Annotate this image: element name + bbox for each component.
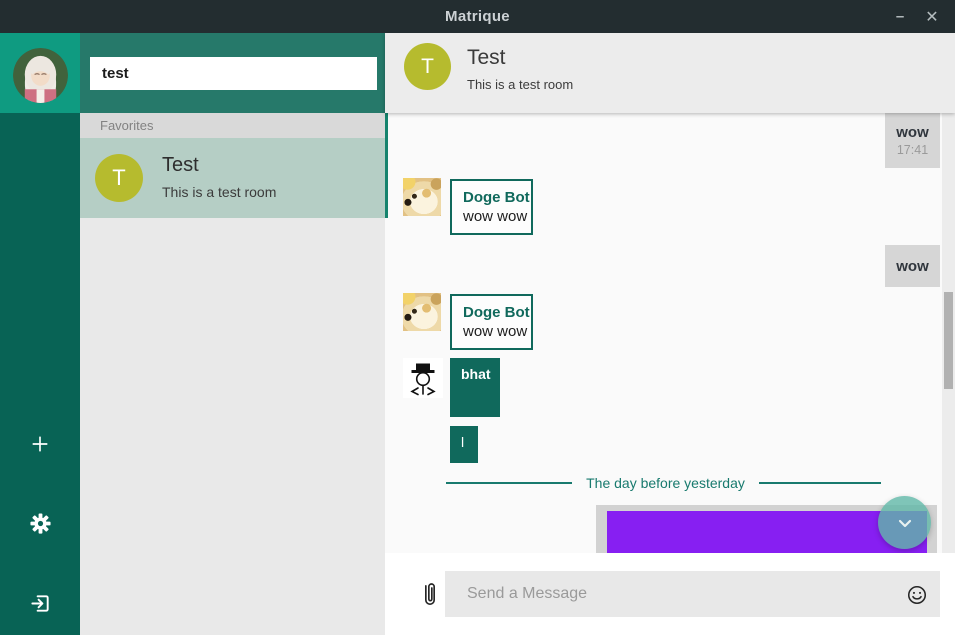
chat-room-title: Test bbox=[467, 46, 506, 70]
chat-scrollbar-thumb[interactable] bbox=[944, 292, 953, 389]
panel-divider-accent bbox=[385, 113, 388, 218]
add-room-button[interactable] bbox=[20, 424, 60, 464]
room-search-input[interactable] bbox=[90, 57, 377, 90]
message-bubble-outgoing: wow 17:41 bbox=[885, 113, 940, 168]
message-text: wow bbox=[896, 258, 929, 275]
favorites-section-label: Favorites bbox=[100, 118, 153, 133]
message-composer bbox=[385, 553, 955, 635]
hat-figure-drawing bbox=[403, 358, 443, 398]
window-titlebar: Matrique – ✕ bbox=[0, 0, 955, 33]
room-topic: This is a test room bbox=[162, 184, 276, 200]
room-name: Test bbox=[162, 154, 199, 177]
message-sender: bhat bbox=[461, 366, 500, 382]
favorites-section-header[interactable]: Favorites bbox=[80, 113, 385, 138]
message-sender: Doge Bot bbox=[463, 304, 531, 321]
chevron-down-icon bbox=[892, 510, 918, 536]
message-text bbox=[461, 382, 500, 399]
hat-figure-avatar[interactable] bbox=[403, 358, 443, 398]
sidebar bbox=[0, 33, 80, 635]
chat-room-subtitle: This is a test room bbox=[467, 77, 573, 92]
search-strip bbox=[80, 33, 385, 113]
chat-scrollbar-track[interactable] bbox=[942, 113, 955, 553]
logout-button[interactable] bbox=[20, 583, 60, 623]
message-bubble-incoming: bhat bbox=[450, 358, 500, 417]
message-input-wrap bbox=[445, 571, 940, 617]
emoji-button[interactable] bbox=[904, 582, 930, 608]
settings-button[interactable] bbox=[20, 503, 60, 543]
room-avatar: T bbox=[95, 154, 143, 202]
date-divider: The day before yesterday bbox=[385, 470, 942, 496]
paperclip-icon bbox=[420, 579, 440, 611]
chat-room-avatar[interactable]: T bbox=[404, 43, 451, 90]
chat-header: T Test This is a test room bbox=[385, 33, 955, 113]
message-bubble-outgoing: wow bbox=[885, 245, 940, 287]
divider-line bbox=[446, 482, 572, 484]
message-list: wow 17:41 Doge Bot wow wow wow Doge Bot … bbox=[385, 113, 955, 553]
room-list-panel: Favorites T Test This is a test room bbox=[80, 33, 385, 635]
exit-icon bbox=[29, 592, 52, 615]
gear-icon bbox=[29, 512, 52, 535]
message-bubble-bot: Doge Bot wow wow bbox=[450, 294, 533, 350]
message-text: wow wow bbox=[463, 323, 531, 340]
smiley-icon bbox=[906, 584, 928, 606]
scroll-to-bottom-button[interactable] bbox=[878, 496, 931, 549]
plus-icon bbox=[29, 433, 51, 455]
message-text: l bbox=[461, 434, 478, 451]
attach-button[interactable] bbox=[415, 577, 445, 613]
doge-avatar[interactable] bbox=[403, 178, 441, 216]
chat-panel: T Test This is a test room wow 17:41 Dog… bbox=[385, 33, 955, 635]
minimize-button[interactable]: – bbox=[885, 0, 915, 33]
message-bubble-bot: Doge Bot wow wow bbox=[450, 179, 533, 235]
doge-avatar[interactable] bbox=[403, 293, 441, 331]
user-avatar[interactable] bbox=[13, 48, 68, 103]
anime-user-avatar bbox=[13, 48, 68, 103]
room-list-item-test[interactable]: T Test This is a test room bbox=[80, 138, 385, 218]
divider-line bbox=[759, 482, 881, 484]
message-sender: Doge Bot bbox=[463, 189, 531, 206]
message-bubble-incoming: l bbox=[450, 426, 478, 463]
message-input[interactable] bbox=[445, 571, 940, 617]
message-text: wow wow bbox=[463, 208, 531, 225]
close-button[interactable]: ✕ bbox=[917, 0, 947, 33]
message-text: wow bbox=[896, 124, 929, 141]
window-title: Matrique bbox=[445, 8, 510, 25]
message-timestamp: 17:41 bbox=[897, 143, 928, 157]
date-divider-label: The day before yesterday bbox=[586, 475, 745, 491]
